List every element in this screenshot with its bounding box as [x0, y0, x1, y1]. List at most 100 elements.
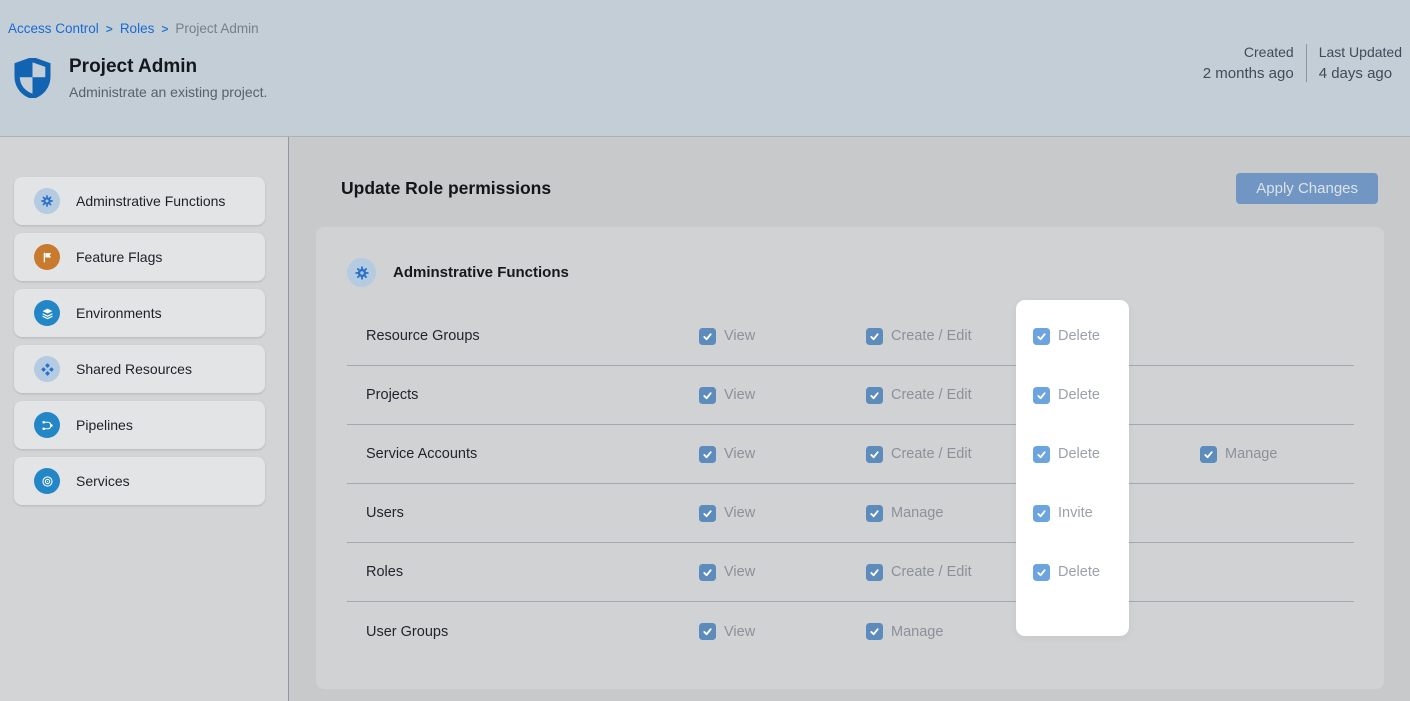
table-row-roles: Roles View Create / Edit Delete [347, 543, 1354, 602]
screen: Access Control > Roles > Project Admin P… [0, 0, 1410, 701]
checkbox-checked[interactable] [699, 505, 716, 522]
permission-delete: Delete [1033, 564, 1200, 581]
checkbox-checked[interactable] [866, 564, 883, 581]
last-updated-value: 4 days ago [1319, 65, 1402, 82]
content-area: Adminstrative Functions Feature Flags [0, 137, 1410, 701]
permission-label: Manage [891, 505, 943, 521]
table-row-users: Users View Manage Invite [347, 484, 1354, 543]
spotlight-highlight [1016, 300, 1129, 636]
created-value: 2 months ago [1203, 65, 1294, 82]
permission-label: View [724, 446, 755, 462]
permission-create-edit: Create / Edit [866, 564, 1033, 581]
checkbox-checked[interactable] [1033, 446, 1050, 463]
permission-view: View [699, 564, 866, 581]
sidebar-item-environments[interactable]: Environments [14, 289, 265, 337]
sidebar-item-label: Shared Resources [76, 361, 192, 377]
sidebar-item-shared-resources[interactable]: Shared Resources [14, 345, 265, 393]
checkbox-checked[interactable] [866, 446, 883, 463]
checkbox-checked[interactable] [699, 446, 716, 463]
permission-label: View [724, 387, 755, 403]
card-title: Adminstrative Functions [393, 264, 569, 281]
permission-manage: Manage [866, 623, 1033, 640]
checkbox-checked[interactable] [1033, 564, 1050, 581]
row-label: User Groups [347, 624, 699, 640]
table-row-projects: Projects View Create / Edit Delete [347, 366, 1354, 425]
checkbox-checked[interactable] [866, 505, 883, 522]
breadcrumb-roles[interactable]: Roles [120, 21, 155, 36]
breadcrumb: Access Control > Roles > Project Admin [8, 21, 259, 36]
permission-manage: Manage [866, 505, 1033, 522]
checkbox-checked[interactable] [1200, 446, 1217, 463]
services-icon [34, 468, 60, 494]
breadcrumb-access-control[interactable]: Access Control [8, 21, 99, 36]
table-row-service-accounts: Service Accounts View Create / Edit Dele… [347, 425, 1354, 484]
sidebar-item-label: Services [76, 473, 130, 489]
pipelines-icon [34, 412, 60, 438]
shield-icon [14, 58, 51, 98]
main-panel: Update Role permissions Apply Changes [289, 137, 1410, 701]
sidebar-item-label: Feature Flags [76, 249, 162, 265]
permission-label: Create / Edit [891, 328, 972, 344]
permission-label: Delete [1058, 446, 1100, 462]
table-row-user-groups: User Groups View Manage [347, 602, 1354, 661]
permission-label: View [724, 624, 755, 640]
permission-label: Create / Edit [891, 387, 972, 403]
checkbox-checked[interactable] [866, 623, 883, 640]
shared-resources-icon [34, 356, 60, 382]
sidebar-item-pipelines[interactable]: Pipelines [14, 401, 265, 449]
sidebar: Adminstrative Functions Feature Flags [0, 137, 289, 701]
apply-changes-button[interactable]: Apply Changes [1236, 173, 1378, 204]
sidebar-item-feature-flags[interactable]: Feature Flags [14, 233, 265, 281]
checkbox-checked[interactable] [699, 387, 716, 404]
created-block: Created 2 months ago [1203, 44, 1294, 82]
chevron-right-icon: > [106, 22, 113, 36]
gear-icon [347, 258, 376, 287]
permission-label: View [724, 505, 755, 521]
row-label: Resource Groups [347, 328, 699, 344]
checkbox-checked[interactable] [699, 623, 716, 640]
page-header: Access Control > Roles > Project Admin P… [0, 0, 1410, 137]
checkbox-checked[interactable] [699, 564, 716, 581]
checkbox-checked[interactable] [1033, 505, 1050, 522]
permission-manage: Manage [1200, 446, 1354, 463]
permission-label: Manage [891, 624, 943, 640]
page-subtitle: Administrate an existing project. [69, 84, 267, 100]
permission-label: Delete [1058, 328, 1100, 344]
environments-icon [34, 300, 60, 326]
checkbox-checked[interactable] [866, 387, 883, 404]
permission-invite: Invite [1033, 505, 1200, 522]
card-header: Adminstrative Functions [316, 227, 1384, 287]
last-updated-label: Last Updated [1319, 44, 1402, 60]
permission-label: Create / Edit [891, 446, 972, 462]
sidebar-item-label: Environments [76, 305, 162, 321]
last-updated-block: Last Updated 4 days ago [1319, 44, 1402, 82]
meta-divider [1306, 44, 1307, 82]
chevron-right-icon: > [161, 22, 168, 36]
checkbox-checked[interactable] [1033, 328, 1050, 345]
permission-view: View [699, 623, 866, 640]
section-heading: Update Role permissions [341, 178, 551, 199]
permissions-card: Adminstrative Functions Resource Groups … [316, 227, 1384, 689]
permission-label: Delete [1058, 387, 1100, 403]
permission-view: View [699, 505, 866, 522]
permission-label: Invite [1058, 505, 1093, 521]
checkbox-checked[interactable] [1033, 387, 1050, 404]
permission-delete: Delete [1033, 387, 1200, 404]
permission-delete: Delete [1033, 446, 1200, 463]
role-header: Project Admin Administrate an existing p… [14, 55, 267, 100]
gear-icon [34, 188, 60, 214]
checkbox-checked[interactable] [866, 328, 883, 345]
permission-view: View [699, 328, 866, 345]
table-row-resource-groups: Resource Groups View Create / Edit Delet… [347, 307, 1354, 366]
permission-label: Manage [1225, 446, 1277, 462]
checkbox-checked[interactable] [699, 328, 716, 345]
permission-create-edit: Create / Edit [866, 446, 1033, 463]
role-meta: Created 2 months ago Last Updated 4 days… [1203, 44, 1402, 82]
page-title: Project Admin [69, 55, 267, 79]
row-label: Service Accounts [347, 446, 699, 462]
breadcrumb-current: Project Admin [175, 21, 258, 36]
sidebar-item-services[interactable]: Services [14, 457, 265, 505]
permission-label: View [724, 564, 755, 580]
sidebar-item-adminstrative-functions[interactable]: Adminstrative Functions [14, 177, 265, 225]
row-label: Projects [347, 387, 699, 403]
